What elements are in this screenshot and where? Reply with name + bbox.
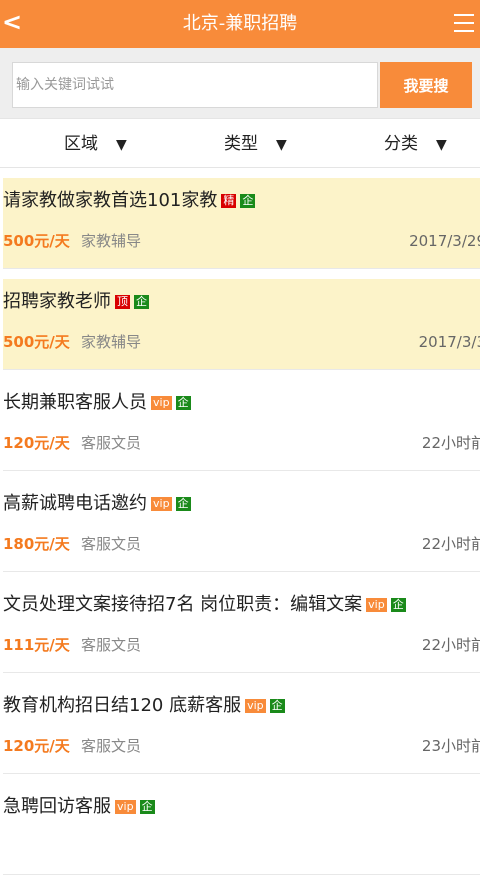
- dropdown-arrow-icon: ▼: [276, 137, 287, 153]
- search-button[interactable]: 我要搜: [380, 62, 472, 108]
- job-tag-badge: 企: [390, 598, 406, 612]
- job-category: 家教辅导: [81, 232, 142, 250]
- job-tag-badge: vip: [151, 497, 172, 511]
- job-list-item[interactable]: 文员处理文案接待招7名 岗位职责：编辑文案 vip 企 111元/天 客服文员 22小时前: [3, 582, 480, 673]
- job-pay: 500元/天: [3, 232, 70, 250]
- job-title-row: 招聘家教老师顶企: [3, 289, 149, 315]
- job-tag-badge: 企: [240, 194, 256, 208]
- job-list-item[interactable]: 高薪诚聘电话邀约 vip 企 180元/天 客服文员 22小时前: [3, 481, 480, 572]
- job-time: 23小时前: [421, 737, 480, 755]
- job-pay: 120元/天: [3, 737, 70, 755]
- search-bar: 我要搜: [0, 48, 480, 118]
- dropdown-arrow-icon: ▼: [116, 137, 127, 153]
- job-list-item[interactable]: 长期兼职客服人员 vip 企 120元/天 客服文员 22小时前: [3, 380, 480, 471]
- filter-label: 区域: [64, 134, 98, 154]
- job-title: 长期兼职客服人员: [3, 392, 147, 413]
- filter-type[interactable]: 类型 ▼: [224, 133, 287, 156]
- dropdown-arrow-icon: ▼: [436, 137, 447, 153]
- job-pay: 111元/天: [3, 636, 70, 654]
- job-pay: 120元/天: [3, 434, 70, 452]
- job-pay: 180元/天: [3, 535, 70, 553]
- job-category: 家教辅导: [81, 333, 142, 351]
- job-time: 22小时前: [421, 636, 480, 654]
- job-category: 客服文员: [81, 737, 142, 755]
- job-tag-badge: vip: [366, 598, 387, 612]
- job-title: 教育机构招日结120 底薪客服: [3, 695, 242, 716]
- job-time: 22小时前: [421, 535, 480, 553]
- job-time: 2017/3/3: [418, 333, 480, 351]
- job-tag-badge: vip: [245, 699, 266, 713]
- job-tag-badge: vip: [115, 800, 136, 814]
- job-time: 22小时前: [421, 434, 480, 452]
- job-tag-badge: 企: [175, 396, 191, 410]
- job-tag-badge: 企: [134, 295, 149, 309]
- job-category: 客服文员: [81, 434, 142, 452]
- job-title-row: 长期兼职客服人员 vip 企: [3, 390, 191, 416]
- menu-icon[interactable]: [454, 14, 474, 32]
- job-title: 招聘家教老师: [3, 291, 111, 312]
- job-pay: 500元/天: [3, 333, 70, 351]
- job-title-row: 急聘回访客服 vip 企: [3, 794, 155, 820]
- job-title: 高薪诚聘电话邀约: [3, 493, 147, 514]
- page-title: 北京-兼职招聘: [182, 13, 298, 34]
- job-time: 2017/3/29: [409, 232, 480, 250]
- filter-region[interactable]: 区域 ▼: [64, 133, 127, 156]
- filter-category[interactable]: 分类 ▼: [384, 133, 447, 156]
- filter-bar: 区域 ▼ 类型 ▼ 分类 ▼: [0, 118, 480, 168]
- job-title: 请家教做家教首选101家教: [3, 190, 218, 211]
- job-tag-badge: 精: [221, 194, 237, 208]
- job-list-item[interactable]: 教育机构招日结120 底薪客服 vip 企 120元/天 客服文员 23小时前: [3, 683, 480, 774]
- job-tag-badge: 企: [139, 800, 155, 814]
- filter-label: 类型: [224, 134, 258, 154]
- job-tag-badge: 企: [175, 497, 191, 511]
- search-input[interactable]: [12, 62, 378, 108]
- job-list-item[interactable]: 招聘家教老师顶企 500元/天 家教辅导 2017/3/3: [3, 279, 480, 370]
- job-title-row: 文员处理文案接待招7名 岗位职责：编辑文案 vip 企: [3, 592, 406, 618]
- job-list: 请家教做家教首选101家教精企 500元/天 家教辅导 2017/3/29 招聘家教老师…: [0, 178, 480, 885]
- job-list-item[interactable]: 急聘回访客服 vip 企: [3, 784, 480, 875]
- job-title-row: 高薪诚聘电话邀约 vip 企: [3, 491, 191, 517]
- job-category: 客服文员: [81, 636, 142, 654]
- job-tag-badge: 顶: [115, 295, 130, 309]
- job-list-item[interactable]: 请家教做家教首选101家教精企 500元/天 家教辅导 2017/3/29: [3, 178, 480, 269]
- job-tag-badge: 企: [269, 699, 285, 713]
- job-category: 客服文员: [81, 535, 142, 553]
- app-header: < 北京-兼职招聘: [0, 0, 480, 48]
- filter-label: 分类: [384, 134, 418, 154]
- job-tag-badge: vip: [151, 396, 172, 410]
- job-title: 急聘回访客服: [3, 796, 111, 817]
- job-title-row: 请家教做家教首选101家教精企: [3, 188, 256, 214]
- job-title-row: 教育机构招日结120 底薪客服 vip 企: [3, 693, 285, 719]
- job-title: 文员处理文案接待招7名 岗位职责：编辑文案: [3, 594, 363, 615]
